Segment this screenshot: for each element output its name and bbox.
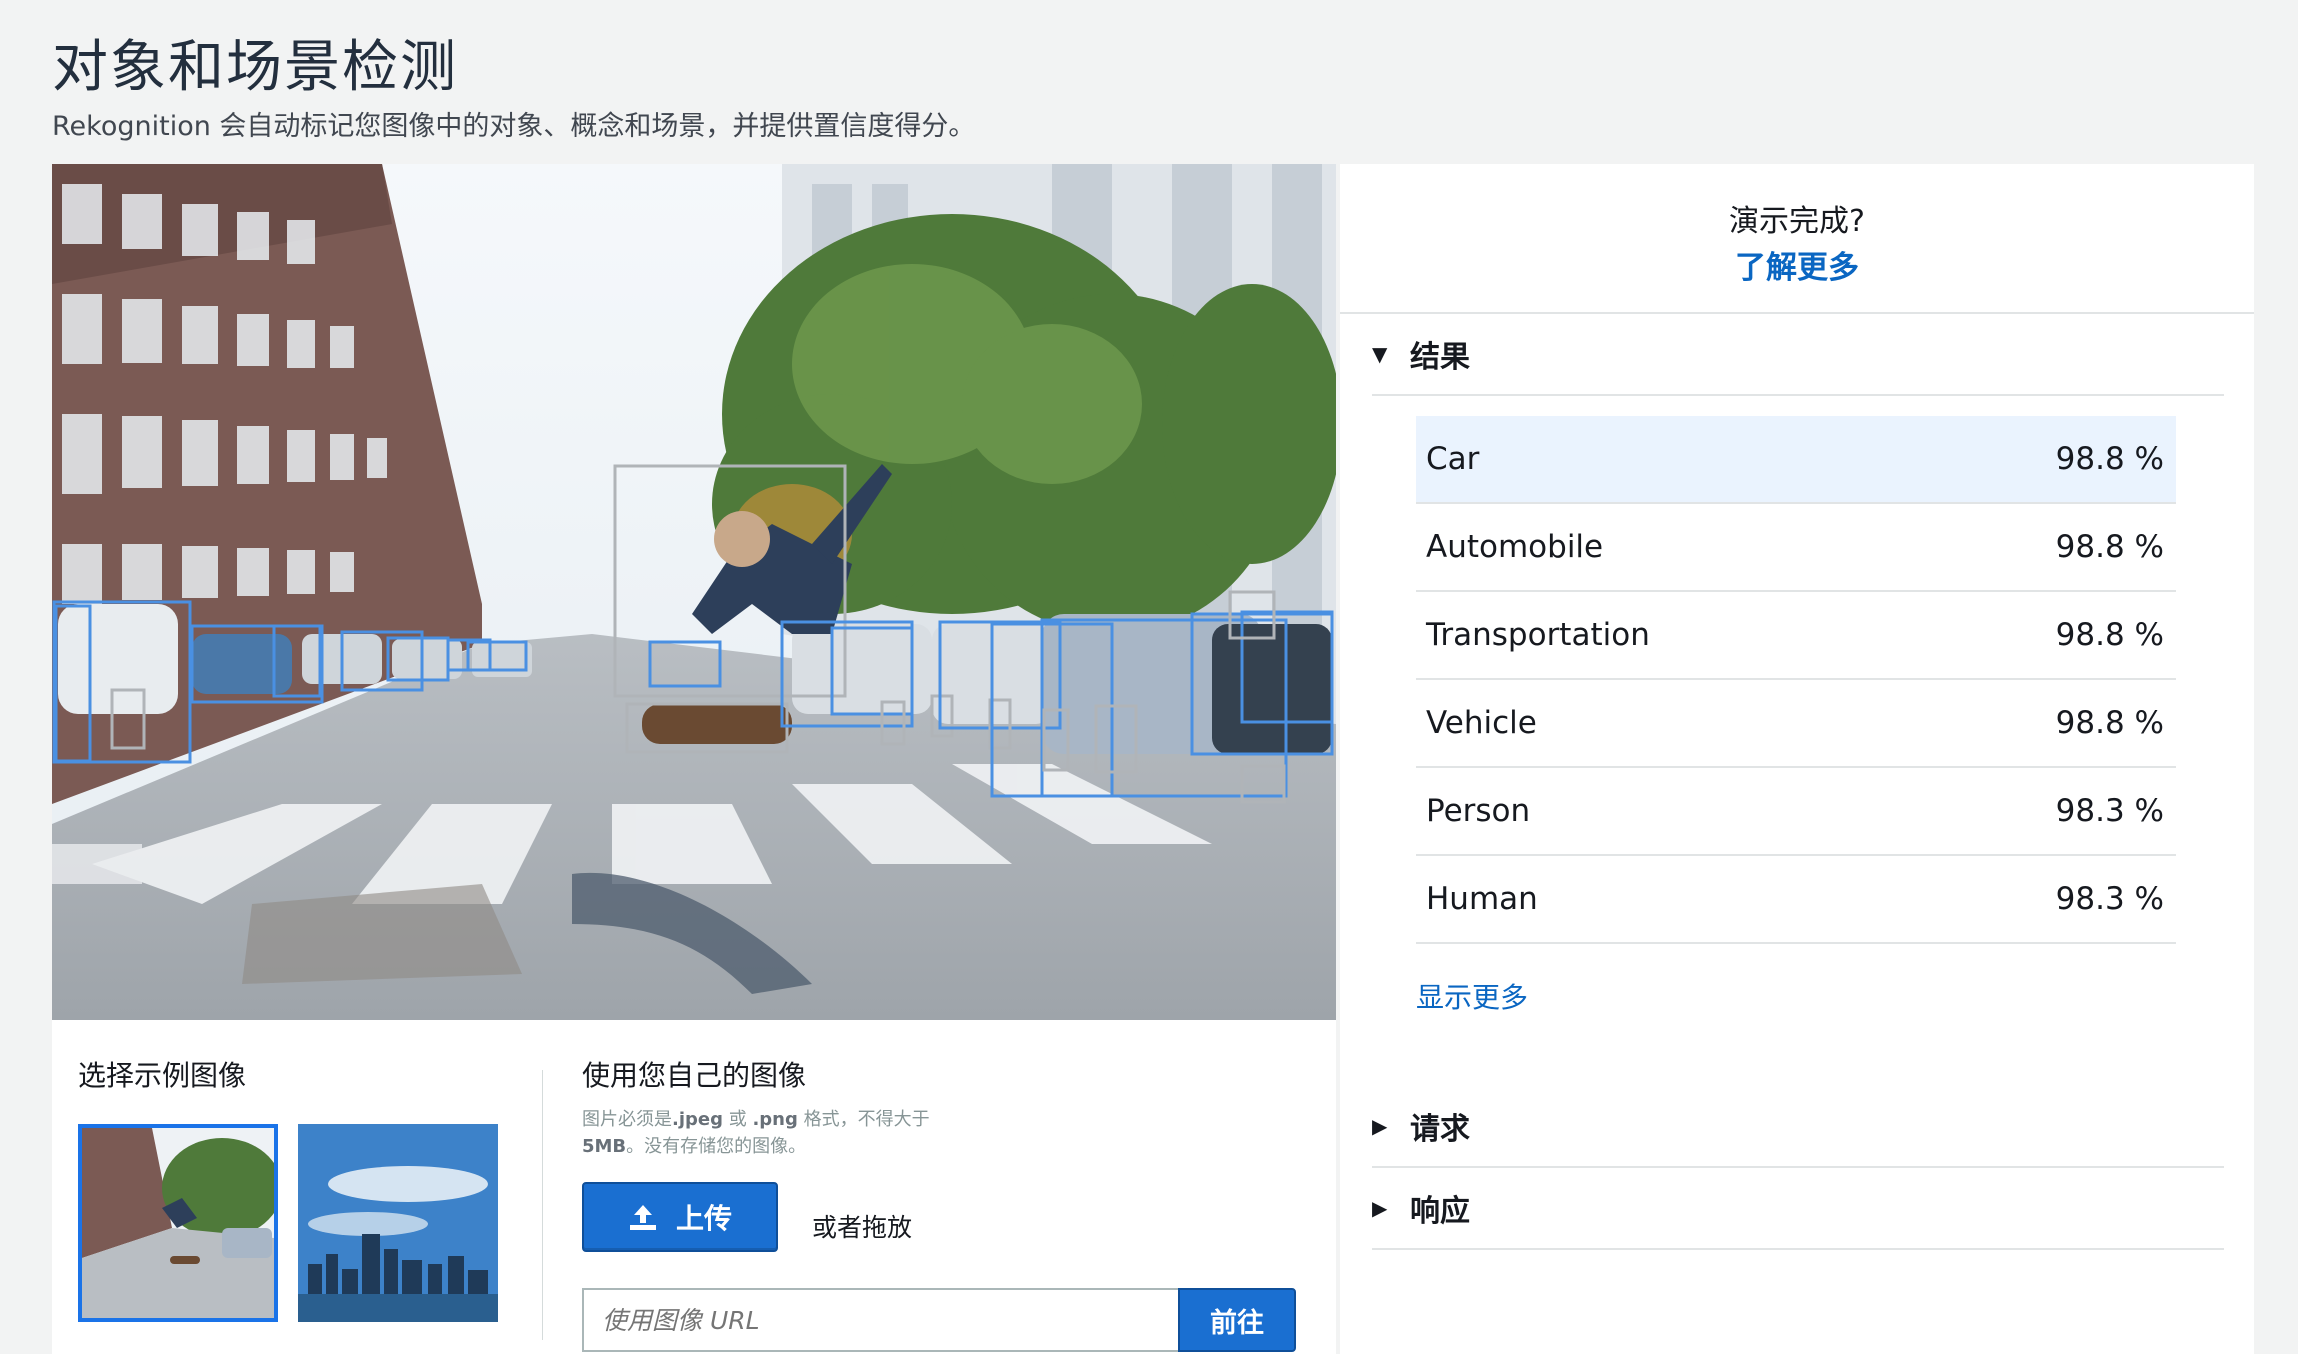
caret-right-icon: ▶ [1372, 1114, 1388, 1138]
response-section-toggle[interactable]: ▶ 响应 [1372, 1168, 2224, 1250]
sample-thumbnail-skyline[interactable] [298, 1124, 498, 1322]
response-header: 响应 [1410, 1194, 1470, 1229]
learn-more-link[interactable]: 了解更多 [1340, 242, 2254, 287]
page-title: 对象和场景检测 [52, 35, 458, 100]
result-confidence: 98.3 % [2055, 881, 2164, 917]
result-row[interactable]: Automobile 98.8 % [1416, 504, 2176, 592]
result-row[interactable]: Human 98.3 % [1416, 856, 2176, 944]
own-image-section: 使用您自己的图像 图片必须是.jpeg 或 .png 格式，不得大于 5MB。没… [582, 1054, 1302, 1160]
image-url-input[interactable] [582, 1288, 1178, 1352]
results-header: 结果 [1410, 340, 1470, 375]
result-confidence: 98.3 % [2055, 793, 2164, 829]
result-label: Transportation [1426, 617, 1650, 653]
page-subtitle: Rekognition 会自动标记您图像中的对象、概念和场景，并提供置信度得分。 [52, 111, 976, 142]
result-confidence: 98.8 % [2055, 441, 2164, 477]
result-label: Vehicle [1426, 705, 1537, 741]
show-more-link[interactable]: 显示更多 [1416, 976, 1528, 1016]
result-row[interactable]: Transportation 98.8 % [1416, 592, 2176, 680]
go-button[interactable]: 前往 [1178, 1288, 1296, 1352]
result-label: Human [1426, 881, 1538, 917]
request-section-toggle[interactable]: ▶ 请求 [1372, 1086, 2224, 1168]
analyzed-photo [52, 164, 1336, 1020]
sample-images-title: 选择示例图像 [78, 1059, 247, 1092]
result-confidence: 98.8 % [2055, 617, 2164, 653]
demo-question: 演示完成? [1729, 204, 1865, 239]
results-section-toggle[interactable]: ▼ 结果 [1372, 314, 2224, 396]
upload-button[interactable]: 上传 [582, 1182, 778, 1252]
result-label: Automobile [1426, 529, 1604, 565]
image-panel: 选择示例图像 [52, 164, 1336, 1354]
result-row[interactable]: Car 98.8 % [1416, 416, 2176, 504]
result-confidence: 98.8 % [2055, 705, 2164, 741]
sample-images-section: 选择示例图像 [78, 1054, 246, 1094]
own-image-title: 使用您自己的图像 [582, 1059, 807, 1092]
drag-drop-text: 或者拖放 [812, 1213, 913, 1242]
upload-icon [629, 1205, 656, 1230]
result-label: Person [1426, 793, 1531, 829]
request-header: 请求 [1410, 1112, 1470, 1147]
upload-hint: 图片必须是.jpeg 或 .png 格式，不得大于 5MB。没有存储您的图像。 [582, 1109, 930, 1157]
upload-button-label: 上传 [675, 1202, 732, 1235]
result-confidence: 98.8 % [2055, 529, 2164, 565]
results-panel: 演示完成? 了解更多 ▼ 结果 Car 98.8 % Automobile 98… [1340, 164, 2254, 1354]
sample-thumbnail-skateboard[interactable] [78, 1124, 278, 1322]
result-row[interactable]: Person 98.3 % [1416, 768, 2176, 856]
result-label: Car [1426, 441, 1480, 477]
result-row[interactable]: Vehicle 98.8 % [1416, 680, 2176, 768]
caret-down-icon: ▼ [1372, 342, 1388, 366]
caret-right-icon: ▶ [1372, 1196, 1388, 1220]
section-divider [542, 1070, 543, 1340]
results-list: Car 98.8 % Automobile 98.8 % Transportat… [1416, 416, 2176, 944]
